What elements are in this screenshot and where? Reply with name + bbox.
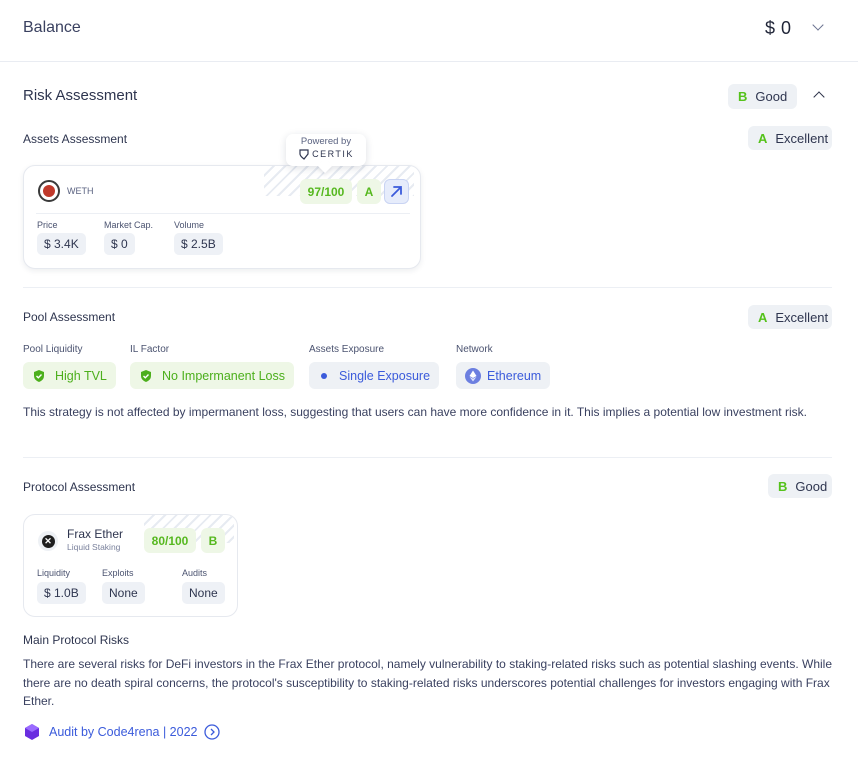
protocol-metric-label-liquidity: Liquidity — [37, 568, 71, 578]
assets-grade-badge: A Excellent — [748, 126, 832, 150]
frax-ether-icon: ✕ — [38, 531, 58, 551]
protocol-metric-label-audits: Audits — [182, 568, 208, 578]
shield-check-icon — [34, 369, 44, 382]
balance-value: $ 0 — [765, 18, 792, 38]
network-chip: Ethereum — [456, 362, 551, 389]
il-factor-value: No Impermanent Loss — [162, 368, 285, 383]
assets-exposure-value: Single Exposure — [339, 368, 431, 383]
metric-label-volume: Volume — [174, 220, 205, 230]
protocol-card: ✕ Frax Ether Liquid Staking 80/100 B Liq… — [23, 514, 238, 617]
section-divider — [23, 457, 832, 458]
metric-label-market-cap: Market Cap. — [104, 220, 154, 230]
balance-title: Balance — [23, 19, 81, 36]
protocol-metric-value-exploits: None — [102, 582, 145, 604]
protocol-card-grade: B — [201, 528, 225, 553]
metric-value-price: $ 3.4K — [37, 233, 86, 255]
overall-grade-letter: B — [738, 89, 748, 104]
risk-assessment-title: Risk Assessment — [23, 87, 138, 104]
certik-logo-icon — [299, 149, 309, 160]
protocol-category: Liquid Staking — [67, 542, 121, 552]
weth-token-icon — [38, 180, 60, 202]
audit-link[interactable]: Audit by Code4rena | 2022 — [23, 723, 220, 741]
pool-liquidity-chip: High TVL — [23, 362, 116, 389]
asset-token-name: WETH — [67, 186, 94, 196]
protocol-metric-value-liquidity: $ 1.0B — [37, 582, 86, 604]
assets-exposure-label: Assets Exposure — [309, 344, 385, 355]
network-value: Ethereum — [487, 368, 542, 383]
pool-grade-letter: A — [758, 309, 768, 325]
metric-value-volume: $ 2.5B — [174, 233, 223, 255]
overall-grade-label: Good — [755, 89, 788, 104]
tooltip-powered-by: Powered by — [300, 136, 352, 147]
circle-arrow-right-icon[interactable] — [203, 724, 220, 740]
protocol-score: 80/100 — [144, 528, 196, 553]
dot-icon — [321, 372, 327, 379]
certik-tooltip: Powered by CERTIK — [286, 134, 366, 166]
tooltip-brand: CERTIK — [312, 149, 354, 159]
main-protocol-risks-title: Main Protocol Risks — [23, 633, 130, 647]
protocol-grade-badge: B Good — [768, 474, 832, 498]
assets-exposure-chip: Single Exposure — [309, 362, 440, 389]
il-factor-label: IL Factor — [130, 344, 170, 355]
metric-value-market-cap: $ 0 — [104, 233, 135, 255]
pool-grade-label: Excellent — [775, 309, 829, 325]
external-link-icon[interactable] — [384, 179, 409, 204]
balance-header[interactable] — [0, 0, 858, 62]
card-divider — [36, 213, 410, 214]
pool-grade-badge: A Excellent — [748, 305, 832, 329]
code4rena-icon — [25, 724, 39, 740]
pool-description: This strategy is not affected by imperma… — [23, 405, 807, 419]
metric-label-price: Price — [37, 220, 58, 230]
pool-assessment-title: Pool Assessment — [23, 310, 116, 324]
asset-card: WETH 97/100 A Price $ 3.4K Market Cap. $… — [23, 165, 421, 269]
overall-grade-badge: B Good — [728, 84, 798, 109]
shield-check-icon — [141, 369, 151, 382]
protocol-grade-label: Good — [795, 478, 828, 494]
pool-liquidity-value: High TVL — [55, 368, 107, 383]
section-divider — [23, 287, 832, 288]
asset-grade: A — [357, 179, 381, 204]
protocol-metric-label-exploits: Exploits — [102, 568, 134, 578]
asset-score: 97/100 — [300, 179, 352, 204]
assets-assessment-title: Assets Assessment — [23, 132, 128, 146]
ethereum-icon — [465, 367, 481, 384]
protocol-name: Frax Ether — [67, 527, 124, 541]
assets-grade-label: Excellent — [775, 130, 829, 146]
protocol-metric-value-audits: None — [182, 582, 225, 604]
chevron-up-icon[interactable] — [813, 91, 825, 103]
audit-link-text[interactable]: Audit by Code4rena | 2022 — [49, 725, 198, 739]
protocol-grade-letter: B — [778, 478, 788, 494]
il-factor-chip: No Impermanent Loss — [130, 362, 294, 389]
network-label: Network — [456, 344, 493, 355]
main-protocol-risks-text: There are several risks for DeFi investo… — [23, 657, 833, 708]
pool-liquidity-label: Pool Liquidity — [23, 344, 83, 355]
protocol-assessment-title: Protocol Assessment — [23, 480, 136, 494]
assets-grade-letter: A — [758, 130, 768, 146]
